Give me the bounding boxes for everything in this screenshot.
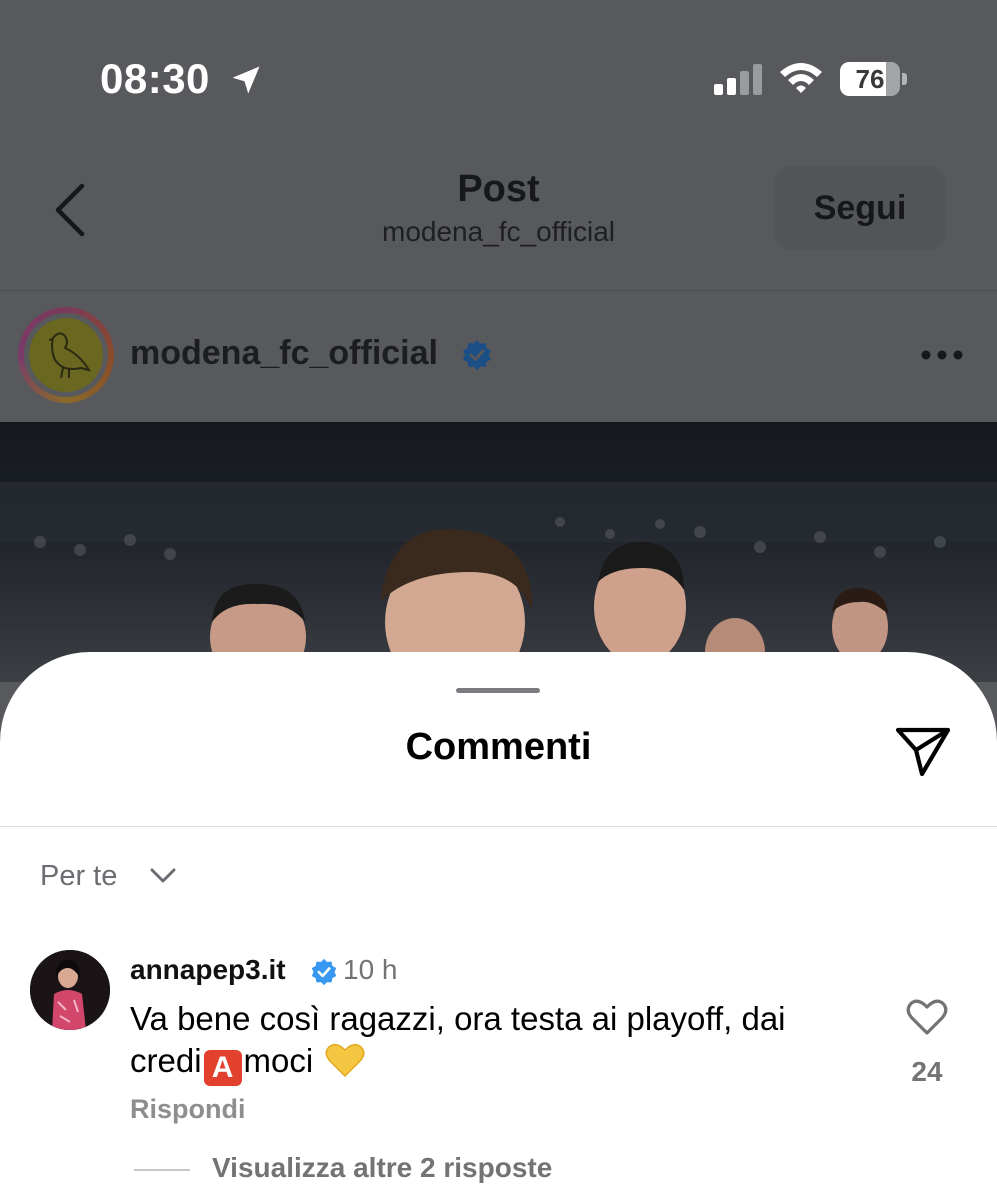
comment-username[interactable]: annapep3.it xyxy=(130,954,286,986)
yellow-heart-emoji xyxy=(325,1043,365,1078)
like-count: 24 xyxy=(911,1056,943,1087)
more-icon[interactable] xyxy=(920,349,964,361)
chevron-down-icon xyxy=(150,868,176,883)
author-avatar[interactable] xyxy=(18,307,114,403)
follow-button[interactable]: Segui xyxy=(774,166,946,250)
post-author-row: modena_fc_official xyxy=(0,300,997,420)
sheet-title: Commenti xyxy=(405,726,592,768)
view-replies-button[interactable]: Visualizza altre 2 risposte xyxy=(212,1152,552,1184)
signal-icon xyxy=(714,64,762,95)
reply-button[interactable]: Rispondi xyxy=(130,1094,246,1125)
sheet-grabber[interactable] xyxy=(456,688,540,693)
status-bar: 08:30 76 xyxy=(0,0,997,150)
location-arrow-icon xyxy=(232,66,260,94)
post-author-name[interactable]: modena_fc_official xyxy=(130,334,438,373)
heart-icon[interactable] xyxy=(906,998,948,1036)
sheet-divider xyxy=(0,826,997,827)
club-logo xyxy=(29,318,103,392)
canary-bird-icon xyxy=(48,332,92,379)
wifi-icon xyxy=(780,63,822,93)
status-time: 08:30 xyxy=(100,55,210,102)
post-header: Post modena_fc_official Segui xyxy=(0,150,997,290)
comment-text: Va bene così ragazzi, ora testa ai playo… xyxy=(130,998,860,1086)
post-image[interactable] xyxy=(0,422,997,682)
comment-time: 10 h xyxy=(343,954,398,985)
sort-dropdown[interactable]: Per te xyxy=(40,860,176,900)
share-icon[interactable] xyxy=(894,724,952,778)
comments-sheet: Commenti Per te annapep3.it 10 h Va bene… xyxy=(0,652,997,1200)
letter-a-emoji: A xyxy=(203,1050,242,1086)
commenter-photo xyxy=(30,950,110,1030)
football-players-photo xyxy=(0,482,997,682)
battery-level: 76 xyxy=(855,64,885,94)
comment-text-part: moci xyxy=(243,1042,314,1079)
battery-icon: 76 xyxy=(840,62,907,98)
replies-divider xyxy=(134,1169,190,1171)
sort-label: Per te xyxy=(40,860,118,892)
header-divider xyxy=(0,290,997,291)
avatar[interactable] xyxy=(30,950,110,1030)
verified-icon xyxy=(311,958,337,986)
comment-item: annapep3.it 10 h Va bene così ragazzi, o… xyxy=(0,948,997,1200)
verified-icon xyxy=(463,340,491,370)
